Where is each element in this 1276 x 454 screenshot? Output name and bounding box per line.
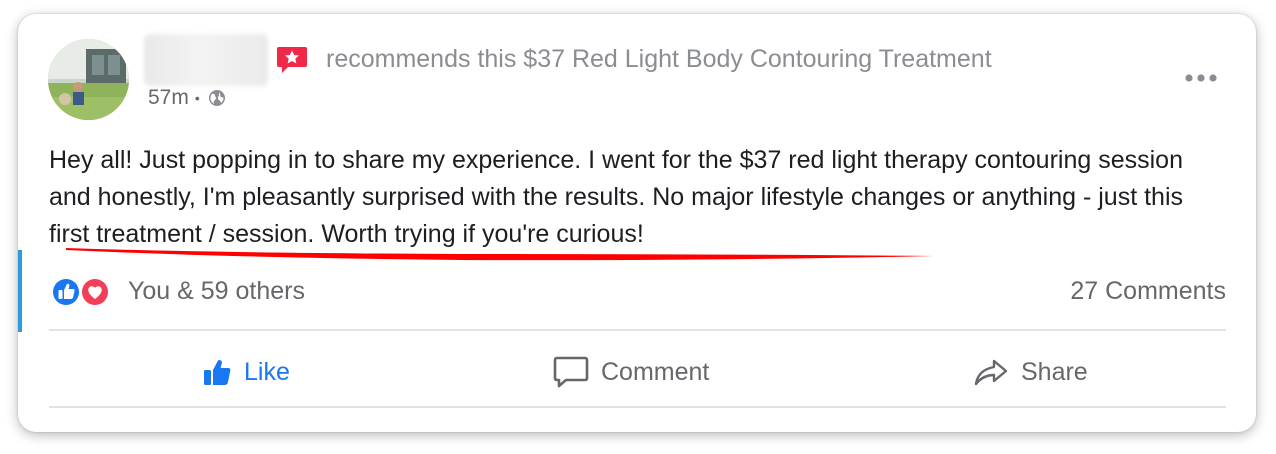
share-label: Share [1021, 357, 1088, 386]
recommend-icon [276, 45, 308, 75]
likes-count[interactable]: You & 59 others [128, 277, 305, 306]
meta-separator: • [194, 90, 200, 106]
globe-icon [208, 89, 226, 107]
reaction-icons[interactable] [49, 276, 111, 308]
red-underline-annotation [62, 242, 942, 266]
avatar[interactable] [48, 39, 129, 120]
post-card: recommends this $37 Red Light Body Conto… [18, 14, 1256, 432]
thumbs-up-icon [204, 360, 231, 385]
more-options-icon[interactable] [1184, 70, 1218, 82]
like-label: Like [244, 357, 290, 386]
author-name-redacted[interactable] [144, 34, 268, 86]
divider-top [49, 329, 1226, 331]
comment-button[interactable]: Comment [553, 352, 709, 392]
left-accent-bar [18, 250, 22, 332]
post-body: Hey all! Just popping in to share my exp… [49, 146, 1184, 248]
recommendation-text: recommends this $37 Red Light Body Conto… [326, 45, 992, 73]
like-button[interactable]: Like [202, 352, 290, 392]
post-time[interactable]: 57m [148, 86, 189, 110]
comments-count[interactable]: 27 Comments [1070, 277, 1226, 306]
share-button[interactable]: Share [973, 352, 1088, 392]
share-icon [974, 359, 1008, 386]
comment-label: Comment [601, 357, 710, 386]
comment-icon [553, 356, 589, 388]
post-meta: 57m • [148, 86, 226, 110]
divider-bottom [49, 406, 1226, 408]
